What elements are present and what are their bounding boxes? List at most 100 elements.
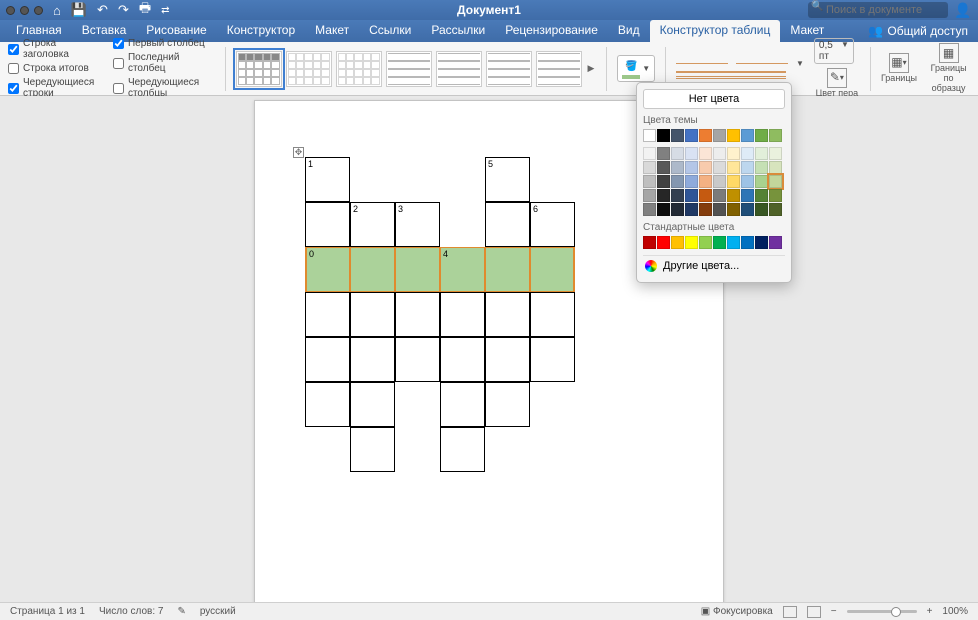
table-cell[interactable] — [440, 427, 485, 472]
swatch[interactable] — [699, 189, 712, 202]
swatch[interactable] — [727, 161, 740, 174]
swatch[interactable] — [699, 161, 712, 174]
swatch[interactable] — [713, 161, 726, 174]
table-cell[interactable] — [350, 337, 395, 382]
table-cell[interactable] — [395, 292, 440, 337]
table-cell[interactable] — [350, 427, 395, 472]
swatch[interactable] — [741, 129, 754, 142]
swatch[interactable] — [643, 203, 656, 216]
swatch[interactable] — [741, 161, 754, 174]
table-cell[interactable] — [395, 247, 440, 292]
swatch[interactable] — [671, 129, 684, 142]
swatch[interactable] — [657, 236, 670, 249]
table-cell[interactable] — [530, 292, 575, 337]
tab-table-design[interactable]: Конструктор таблиц — [650, 20, 781, 42]
swatch[interactable] — [727, 203, 740, 216]
tab-view[interactable]: Вид — [608, 20, 650, 42]
swatch[interactable] — [727, 147, 740, 160]
table-cell[interactable] — [395, 337, 440, 382]
table-cell[interactable] — [485, 292, 530, 337]
swatch[interactable] — [699, 147, 712, 160]
table-cell[interactable] — [305, 292, 350, 337]
tab-mailings[interactable]: Рассылки — [421, 20, 495, 42]
zoom-slider[interactable] — [847, 610, 917, 613]
more-colors-button[interactable]: Другие цвета... — [643, 255, 785, 276]
swatch[interactable] — [727, 129, 740, 142]
swatch[interactable] — [741, 147, 754, 160]
border-style-picker[interactable]: ▼ — [676, 59, 804, 79]
style-thumb-1[interactable] — [236, 51, 282, 87]
spellcheck-icon[interactable]: ✎ — [177, 606, 185, 617]
focus-mode-button[interactable]: ▣ Фокусировка — [701, 606, 773, 617]
tab-layout[interactable]: Макет — [305, 20, 359, 42]
style-thumb-3[interactable] — [336, 51, 382, 87]
table-cell[interactable] — [350, 382, 395, 427]
swatch[interactable] — [755, 161, 768, 174]
swatch[interactable] — [713, 189, 726, 202]
tab-references[interactable]: Ссылки — [359, 20, 421, 42]
swatch[interactable] — [769, 203, 782, 216]
zoom-icon[interactable] — [34, 6, 43, 15]
swatch[interactable] — [755, 236, 768, 249]
table-cell[interactable]: 2 — [350, 202, 395, 247]
swatch[interactable] — [713, 147, 726, 160]
swatch[interactable] — [699, 175, 712, 188]
table-cell[interactable]: 0 — [305, 247, 350, 292]
swatch[interactable] — [643, 175, 656, 188]
swatch[interactable] — [713, 129, 726, 142]
swatch[interactable] — [671, 147, 684, 160]
shading-button[interactable]: 🪣 ▼ — [617, 55, 655, 82]
tab-review[interactable]: Рецензирование — [495, 20, 608, 42]
swatch[interactable] — [727, 189, 740, 202]
undo-icon[interactable]: ↶ — [97, 2, 108, 18]
swatch[interactable] — [657, 129, 670, 142]
swatch[interactable] — [755, 203, 768, 216]
swatch[interactable] — [685, 129, 698, 142]
table-cell[interactable] — [485, 247, 530, 292]
swatch[interactable] — [769, 147, 782, 160]
swatch[interactable] — [671, 203, 684, 216]
close-icon[interactable] — [6, 6, 15, 15]
swatch[interactable] — [741, 236, 754, 249]
table-cell[interactable] — [305, 337, 350, 382]
swatch[interactable] — [685, 189, 698, 202]
pen-color-button[interactable]: ✎▾ Цвет пера — [814, 68, 860, 99]
view-print-icon[interactable] — [783, 606, 797, 618]
print-icon[interactable]: 🖶 — [139, 0, 151, 21]
styles-more-icon[interactable]: ▶ — [586, 63, 597, 74]
status-words[interactable]: Число слов: 7 — [99, 606, 163, 617]
swatch[interactable] — [769, 129, 782, 142]
swatch[interactable] — [755, 175, 768, 188]
swatch[interactable] — [699, 203, 712, 216]
table-cell[interactable]: 5 — [485, 157, 530, 202]
swatch[interactable] — [727, 236, 740, 249]
swatch[interactable] — [755, 147, 768, 160]
border-width-picker[interactable]: 0,5 пт▼ — [814, 38, 854, 64]
account-icon[interactable]: 👤 — [954, 2, 972, 18]
customize-icon[interactable]: ⇄ — [161, 5, 169, 16]
swatch[interactable] — [713, 175, 726, 188]
table-cell[interactable] — [305, 382, 350, 427]
swatch[interactable] — [657, 189, 670, 202]
status-language[interactable]: русский — [200, 606, 236, 617]
style-thumb-4[interactable] — [386, 51, 432, 87]
swatch[interactable] — [741, 203, 754, 216]
no-color-button[interactable]: Нет цвета — [643, 89, 785, 109]
swatch[interactable] — [699, 236, 712, 249]
swatch[interactable] — [769, 189, 782, 202]
chk-total-row[interactable]: Строка итогов — [8, 63, 103, 74]
chevron-down-icon[interactable]: ▼ — [796, 59, 804, 68]
table-move-handle[interactable]: ✥ — [293, 147, 304, 158]
table-styles-gallery[interactable]: ▶ — [236, 51, 597, 87]
chevron-down-icon[interactable]: ▼ — [642, 64, 650, 73]
table-cell[interactable] — [485, 337, 530, 382]
swatch[interactable] — [643, 236, 656, 249]
table-cell[interactable] — [485, 202, 530, 247]
table-cell[interactable] — [440, 382, 485, 427]
border-painter-button[interactable]: ▦ Границы по образцу — [927, 43, 970, 94]
redo-icon[interactable]: ↷ — [118, 2, 129, 18]
swatch[interactable] — [685, 147, 698, 160]
status-page[interactable]: Страница 1 из 1 — [10, 606, 85, 617]
window-controls[interactable] — [6, 6, 43, 15]
chk-last-col[interactable]: Последний столбец — [113, 52, 215, 74]
